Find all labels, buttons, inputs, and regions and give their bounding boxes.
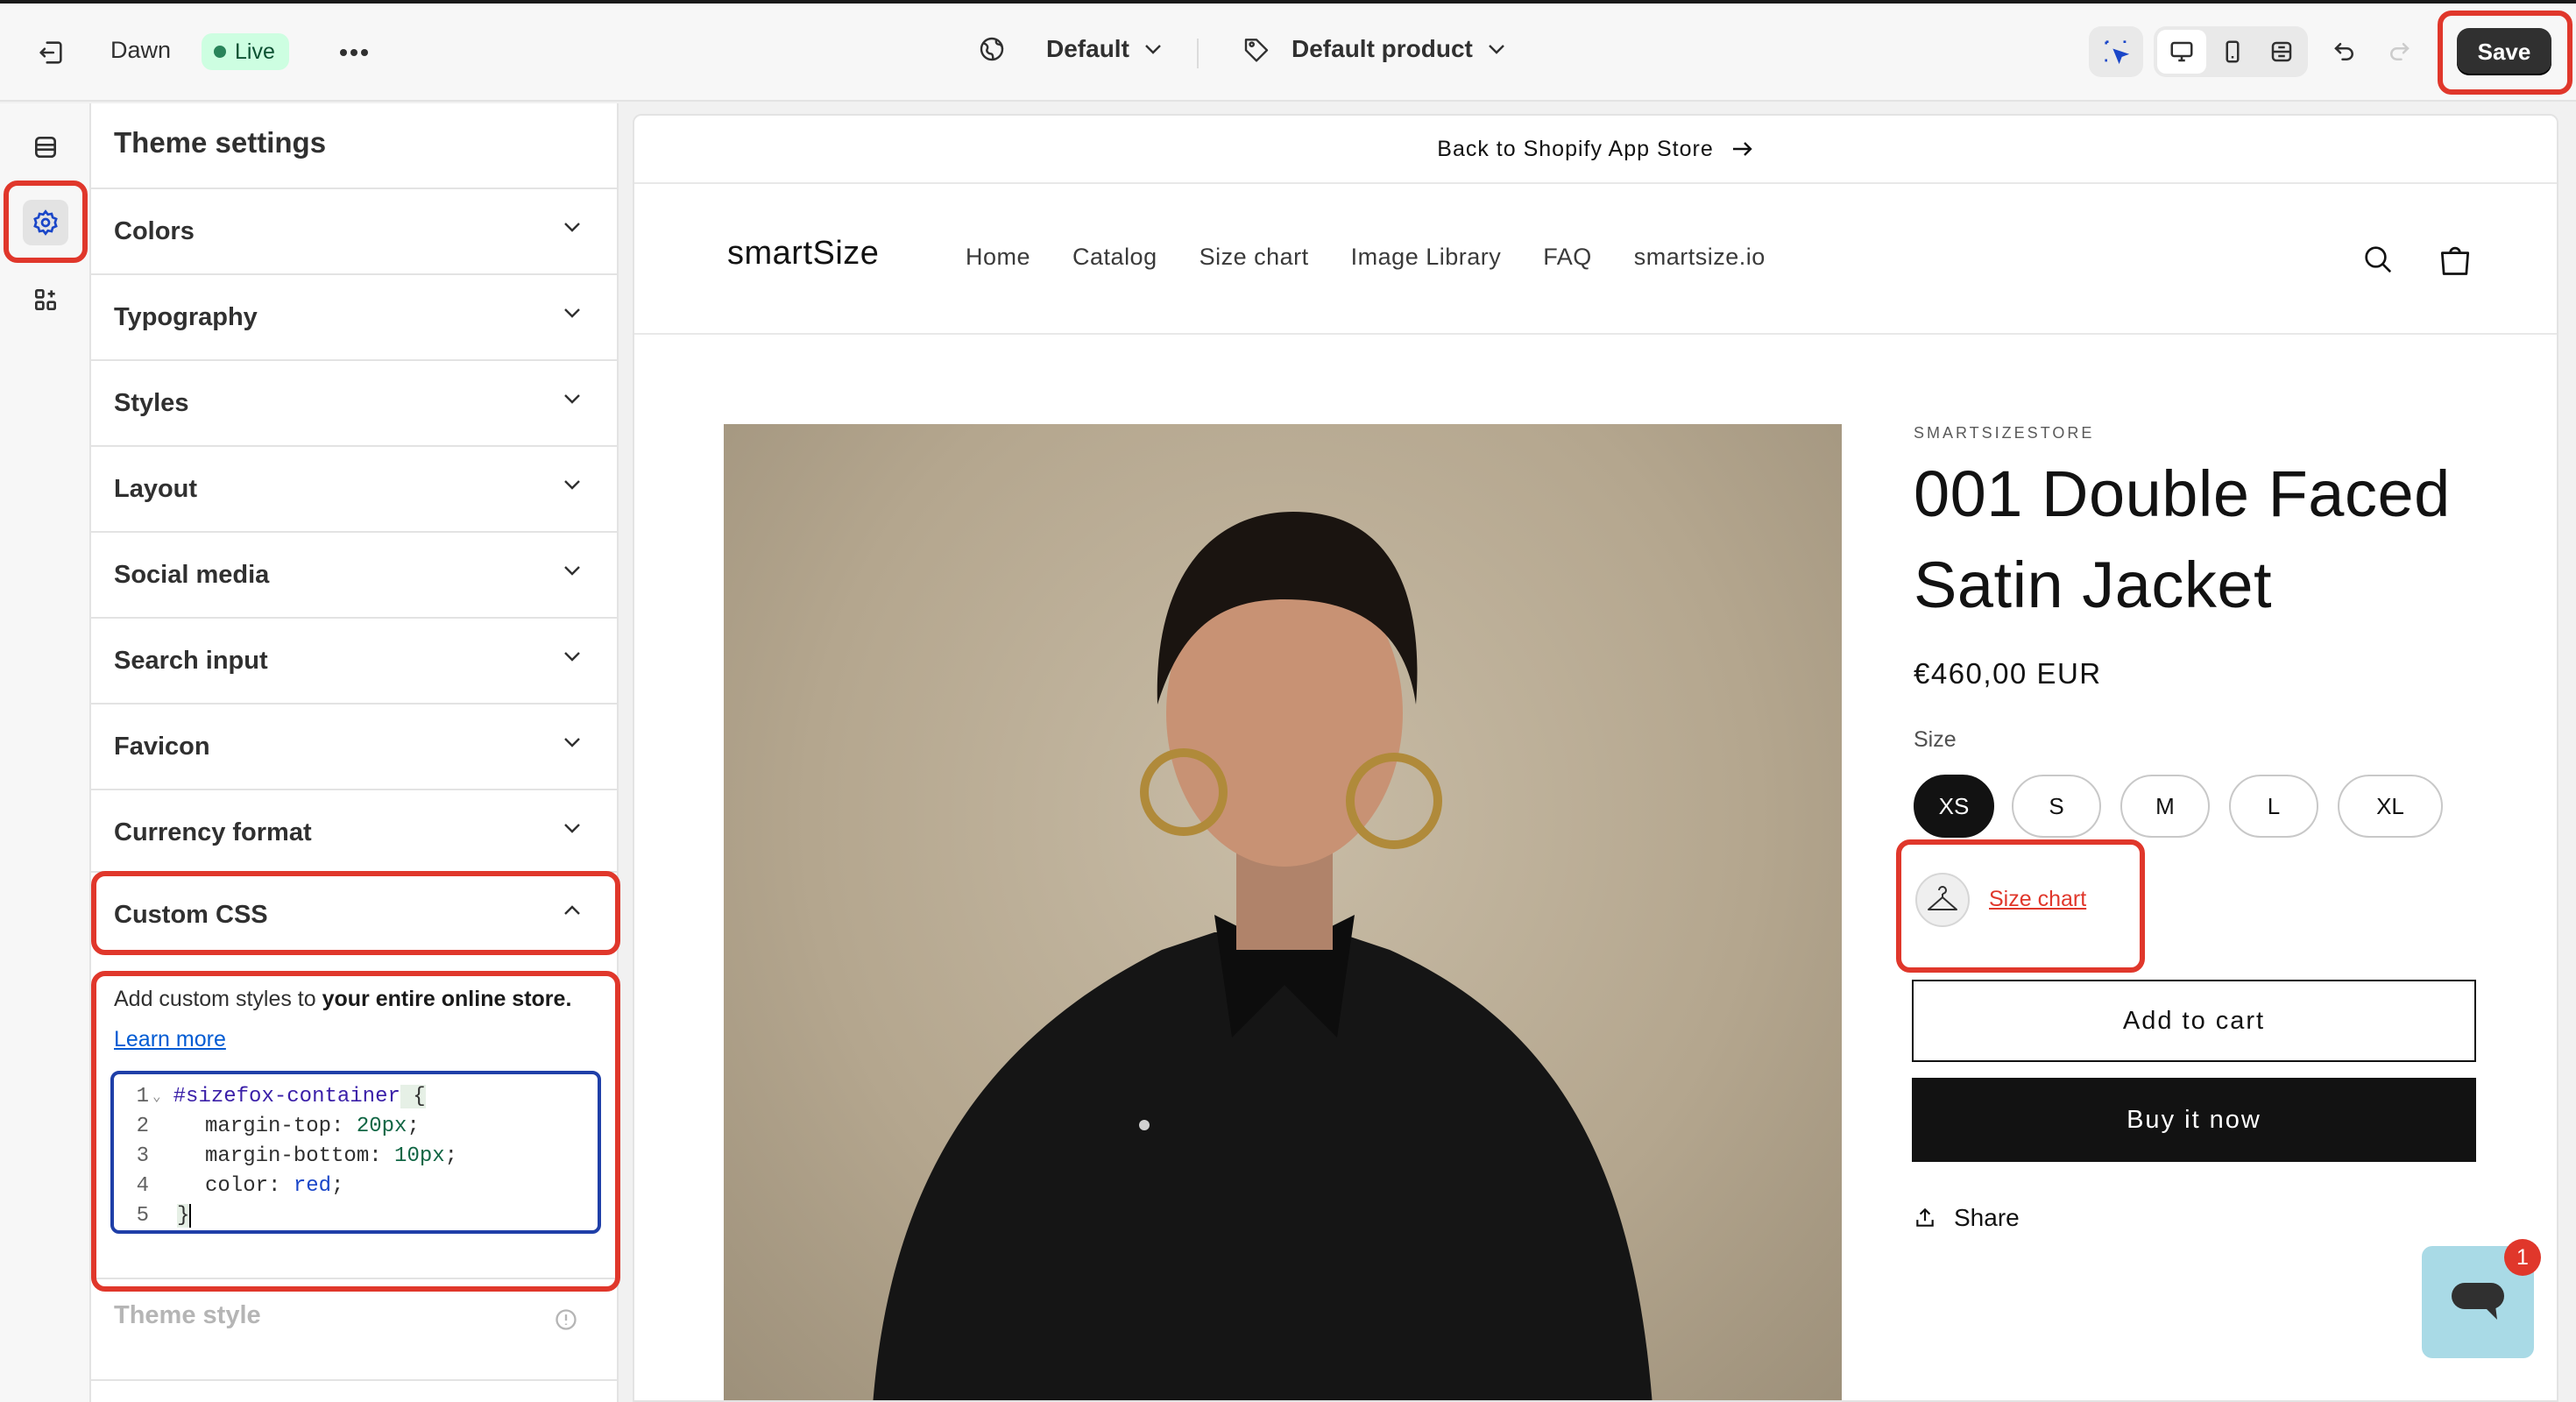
divider <box>91 1379 617 1381</box>
section-colors[interactable]: Colors <box>91 188 617 273</box>
store-header: smartSize Home Catalog Size chart Image Lib… <box>634 186 2557 335</box>
product-selector[interactable]: Default product <box>1242 35 1506 63</box>
custom-css-header-highlight <box>91 871 620 955</box>
store-logo[interactable]: smartSize <box>727 235 879 273</box>
live-badge: Live <box>202 33 289 70</box>
redo-icon[interactable] <box>2376 32 2422 72</box>
nav-link-image-library[interactable]: Image Library <box>1351 244 1502 271</box>
product-image[interactable] <box>724 424 1842 1400</box>
section-label: Colors <box>114 216 195 245</box>
gear-highlight-box <box>4 181 88 263</box>
section-currency-format[interactable]: Currency format <box>91 789 617 874</box>
chevron-down-icon <box>564 308 580 318</box>
chevron-down-icon <box>564 223 580 232</box>
mobile-view-icon[interactable] <box>2208 30 2257 74</box>
select-cursor-icon <box>2105 40 2130 65</box>
divider <box>1197 39 1199 68</box>
product-label: Default product <box>1292 35 1473 62</box>
live-label: Live <box>235 39 275 64</box>
section-search-input[interactable]: Search input <box>91 617 617 703</box>
live-dot-icon <box>214 46 226 58</box>
section-styles[interactable]: Styles <box>91 359 617 445</box>
size-option-s[interactable]: S <box>2012 775 2101 838</box>
exit-icon[interactable] <box>26 33 75 72</box>
size-chart-highlight-box <box>1896 839 2145 973</box>
theme-name: Dawn <box>110 37 172 63</box>
template-label: Default <box>1046 35 1129 62</box>
announcement-text: Back to Shopify App Store <box>1437 136 1714 161</box>
cart-icon[interactable] <box>2429 233 2481 286</box>
section-favicon[interactable]: Favicon <box>91 703 617 789</box>
template-selector[interactable]: Default <box>978 35 1163 63</box>
announcement-bar[interactable]: Back to Shopify App Store <box>634 116 2557 184</box>
nav-link-smartsize-io[interactable]: smartsize.io <box>1634 244 1766 271</box>
apps-icon[interactable] <box>23 277 68 322</box>
size-option-l[interactable]: L <box>2229 775 2318 838</box>
share-label: Share <box>1954 1204 2020 1231</box>
share-icon <box>1916 1207 1934 1227</box>
size-label: Size <box>1914 727 1957 752</box>
sections-icon[interactable] <box>23 124 68 170</box>
main-nav: Home Catalog Size chart Image Library FAQ sma… <box>966 244 1766 271</box>
section-label: Currency format <box>114 818 312 846</box>
custom-css-editor-highlight <box>91 971 620 1292</box>
section-label: Search input <box>114 646 268 675</box>
chat-icon <box>2452 1283 2504 1320</box>
section-label: Typography <box>114 302 258 331</box>
section-label: Social media <box>114 560 270 589</box>
theme-style-label: Theme style <box>114 1301 261 1329</box>
chevron-down-icon <box>564 652 580 662</box>
product-price: €460,00 EUR <box>1914 657 2102 690</box>
search-icon[interactable] <box>2353 235 2403 284</box>
section-label: Favicon <box>114 732 210 761</box>
section-label: Layout <box>114 474 198 503</box>
nav-link-catalog[interactable]: Catalog <box>1072 244 1157 271</box>
size-option-m[interactable]: M <box>2120 775 2210 838</box>
chat-notification-badge: 1 <box>2504 1239 2541 1276</box>
fullscreen-view-icon[interactable] <box>2257 30 2306 74</box>
undo-icon[interactable] <box>2322 32 2367 72</box>
product-vendor: SMARTSIZESTORE <box>1914 424 2095 442</box>
save-highlight-box <box>2438 11 2572 95</box>
inspector-button[interactable] <box>2089 26 2143 77</box>
chevron-down-icon <box>564 394 580 404</box>
chevron-down-icon <box>564 480 580 490</box>
tag-icon <box>1244 39 1269 62</box>
product-title: 001 Double Faced Satin Jacket <box>1914 457 2451 621</box>
share-button[interactable]: Share <box>1914 1204 2020 1232</box>
more-actions-icon[interactable] <box>331 33 377 72</box>
section-social-media[interactable]: Social media <box>91 531 617 617</box>
desktop-view-icon[interactable] <box>2157 30 2206 74</box>
chevron-down-icon <box>564 824 580 833</box>
section-layout[interactable]: Layout <box>91 445 617 531</box>
nav-link-home[interactable]: Home <box>966 244 1030 271</box>
chevron-down-icon <box>564 738 580 747</box>
store-preview: Back to Shopify App Store smartSize Home… <box>633 114 2558 1402</box>
panel-title: Theme settings <box>114 126 327 159</box>
nav-link-size-chart[interactable]: Size chart <box>1200 244 1309 271</box>
arrow-right-icon <box>1732 142 1752 156</box>
chevron-down-icon <box>1489 45 1504 54</box>
chevron-down-icon <box>564 566 580 576</box>
nav-link-faq[interactable]: FAQ <box>1543 244 1592 271</box>
section-typography[interactable]: Typography <box>91 273 617 359</box>
section-label: Styles <box>114 388 189 417</box>
add-to-cart-button[interactable]: Add to cart <box>1912 980 2476 1062</box>
chevron-down-icon <box>1145 45 1161 54</box>
size-option-xs[interactable]: XS <box>1914 775 1994 838</box>
size-option-xl[interactable]: XL <box>2338 775 2443 838</box>
globe-icon <box>980 37 1004 61</box>
info-icon[interactable] <box>552 1306 580 1334</box>
buy-now-button[interactable]: Buy it now <box>1912 1078 2476 1162</box>
